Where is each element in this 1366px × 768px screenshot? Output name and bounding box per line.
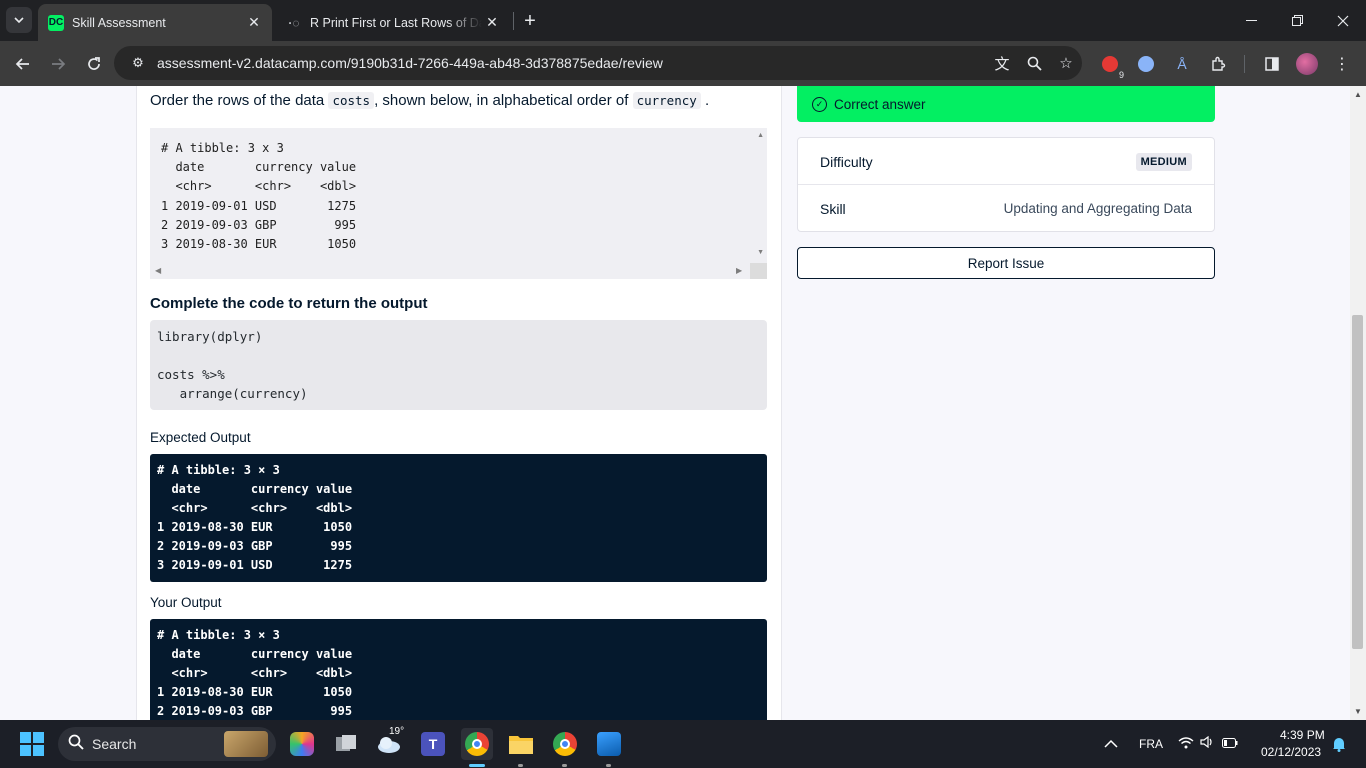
scroll-down-arrow-icon[interactable]: ▼ xyxy=(757,249,764,256)
extensions-puzzle-icon[interactable] xyxy=(1206,52,1230,76)
inline-code-costs: costs xyxy=(328,92,375,109)
extension-red-icon[interactable]: 9 xyxy=(1098,52,1126,80)
page-content: Order the rows of the data costs, shown … xyxy=(0,86,1350,720)
translate-icon[interactable]: 文 xyxy=(986,49,1018,77)
zoom-icon[interactable] xyxy=(1018,49,1050,77)
loading-favicon-icon: ·◌ xyxy=(288,15,300,30)
chrome-menu-icon[interactable]: ⋮ xyxy=(1330,52,1354,76)
windows-taskbar: Search 19° T FRA 4:39 PM 02/12/2023 xyxy=(0,720,1366,768)
search-placeholder: Search xyxy=(92,736,137,752)
tab-title: R Print First or Last Rows of Da xyxy=(310,15,482,30)
reload-icon[interactable] xyxy=(79,49,109,79)
complete-code-heading: Complete the code to return the output xyxy=(150,295,428,312)
expected-output-text: # A tibble: 3 × 3 date currency value <c… xyxy=(157,463,353,572)
search-highlight-icon xyxy=(224,731,268,757)
scrollbar-thumb[interactable] xyxy=(1352,315,1363,649)
question-text-part: Order the rows of the data xyxy=(150,92,325,109)
difficulty-row: Difficulty MEDIUM xyxy=(798,138,1214,185)
tab-title: Skill Assessment xyxy=(72,15,166,30)
app-open-indicator xyxy=(562,764,567,767)
notification-bell-icon[interactable] xyxy=(1325,728,1353,760)
weather-temp: 19° xyxy=(389,726,405,737)
tab-separator xyxy=(513,12,514,30)
scroll-left-arrow-icon[interactable]: ◀ xyxy=(155,266,161,275)
solution-code-text: library(dplyr) costs %>% arrange(currenc… xyxy=(157,329,308,401)
tab-r-print-rows[interactable]: ·◌ R Print First or Last Rows of Da ✕ xyxy=(276,4,510,41)
active-app-indicator xyxy=(469,764,485,767)
data-preview-text: # A tibble: 3 x 3 date currency value <c… xyxy=(161,141,357,252)
question-text-part: , shown below, in alphabetical order of xyxy=(374,92,629,109)
close-tab-icon[interactable]: ✕ xyxy=(482,13,502,33)
clock-time[interactable]: 4:39 PM xyxy=(1280,728,1325,742)
skill-value: Updating and Aggregating Data xyxy=(1003,201,1192,216)
skill-row: Skill Updating and Aggregating Data xyxy=(798,185,1214,232)
solution-code-block: library(dplyr) costs %>% arrange(currenc… xyxy=(150,320,767,410)
teams-icon[interactable]: T xyxy=(417,728,449,760)
extension-a-icon[interactable]: Å xyxy=(1170,52,1194,76)
data-preview-block[interactable]: # A tibble: 3 x 3 date currency value <c… xyxy=(150,128,767,279)
scroll-up-arrow-icon[interactable]: ▲ xyxy=(1354,90,1362,99)
volume-icon xyxy=(1200,735,1214,753)
photos-icon[interactable] xyxy=(593,728,625,760)
minimize-icon[interactable] xyxy=(1228,0,1274,41)
new-tab-plus-icon[interactable]: + xyxy=(517,8,543,34)
url-text[interactable]: assessment-v2.datacamp.com/9190b31d-7266… xyxy=(157,55,986,71)
check-circle-icon: ✓ xyxy=(812,96,827,112)
restore-icon[interactable] xyxy=(1274,0,1320,41)
scroll-right-arrow-icon[interactable]: ▶ xyxy=(736,266,742,275)
scroll-down-arrow-icon[interactable]: ▼ xyxy=(1354,707,1362,716)
tab-skill-assessment[interactable]: DC Skill Assessment ✕ xyxy=(38,4,272,41)
profile-avatar[interactable] xyxy=(1295,52,1319,76)
scroll-corner xyxy=(750,263,767,279)
tab-search-chevron-icon[interactable] xyxy=(6,7,32,33)
close-tab-icon[interactable]: ✕ xyxy=(244,13,264,33)
weather-icon[interactable]: 19° xyxy=(373,726,405,760)
clock-date[interactable]: 02/12/2023 xyxy=(1261,745,1321,759)
chrome-taskbar-icon[interactable] xyxy=(461,728,493,760)
correct-answer-banner: ✓ Correct answer xyxy=(797,86,1215,122)
extension-search-icon[interactable] xyxy=(1134,52,1158,76)
show-hidden-icons-chevron-icon[interactable] xyxy=(1095,728,1127,760)
skill-label: Skill xyxy=(820,200,846,217)
address-bar[interactable]: ⚙ assessment-v2.datacamp.com/9190b31d-72… xyxy=(114,46,1082,80)
battery-icon xyxy=(1222,735,1238,753)
question-info-panel: Difficulty MEDIUM Skill Updating and Agg… xyxy=(797,137,1215,232)
task-view-icon[interactable] xyxy=(330,728,362,760)
taskbar-search-box[interactable]: Search xyxy=(58,727,276,761)
datacamp-favicon-icon: DC xyxy=(48,14,64,31)
language-indicator[interactable]: FRA xyxy=(1139,737,1163,751)
scroll-up-arrow-icon[interactable]: ▲ xyxy=(757,132,764,139)
windows-start-icon[interactable] xyxy=(16,728,48,760)
network-volume-battery-icons[interactable] xyxy=(1172,728,1244,760)
wifi-icon xyxy=(1178,736,1194,752)
browser-tab-strip: DC Skill Assessment ✕ ·◌ R Print First o… xyxy=(0,0,1366,41)
expected-output-heading: Expected Output xyxy=(150,430,251,445)
inline-code-currency: currency xyxy=(632,92,701,109)
file-explorer-icon[interactable] xyxy=(505,728,537,760)
side-panel-icon[interactable] xyxy=(1260,52,1284,76)
question-text: Order the rows of the data costs, shown … xyxy=(150,92,709,109)
banner-text: Correct answer xyxy=(834,96,926,112)
forward-arrow-icon[interactable] xyxy=(43,49,73,79)
copilot-icon[interactable] xyxy=(286,728,318,760)
your-output-text: # A tibble: 3 × 3 date currency value <c… xyxy=(157,628,353,718)
browser-toolbar: ⚙ assessment-v2.datacamp.com/9190b31d-72… xyxy=(0,41,1366,86)
chrome-profile-icon[interactable] xyxy=(549,728,581,760)
difficulty-badge: MEDIUM xyxy=(1135,152,1192,171)
app-open-indicator xyxy=(518,764,523,767)
your-output-heading: Your Output xyxy=(150,595,222,610)
bookmark-star-icon[interactable]: ☆ xyxy=(1050,49,1082,77)
app-open-indicator xyxy=(606,764,611,767)
expected-output-block: # A tibble: 3 × 3 date currency value <c… xyxy=(150,454,767,582)
question-text-part: . xyxy=(704,92,710,109)
site-settings-icon[interactable]: ⚙ xyxy=(124,55,152,71)
page-scrollbar[interactable]: ▲ ▼ xyxy=(1350,86,1366,720)
search-icon xyxy=(68,734,84,755)
toolbar-separator xyxy=(1244,55,1245,73)
difficulty-label: Difficulty xyxy=(820,153,873,170)
report-issue-button[interactable]: Report Issue xyxy=(797,247,1215,279)
back-arrow-icon[interactable] xyxy=(8,49,38,79)
close-window-icon[interactable] xyxy=(1320,0,1366,41)
your-output-block: # A tibble: 3 × 3 date currency value <c… xyxy=(150,619,767,720)
